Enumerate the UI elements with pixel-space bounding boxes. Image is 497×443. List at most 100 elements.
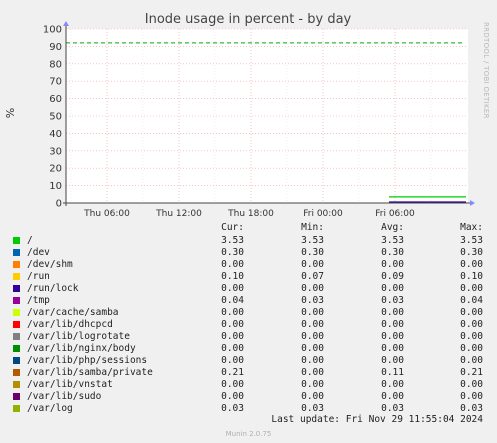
legend-name: /var/lib/dhcpcd xyxy=(27,319,113,330)
legend-avg: 0.00 xyxy=(381,343,404,354)
legend-avg: 0.00 xyxy=(381,391,404,402)
legend-cur: 0.00 xyxy=(221,379,244,390)
legend-cur: 0.00 xyxy=(221,355,244,366)
legend-avg: 0.03 xyxy=(381,403,404,414)
legend-max: 3.53 xyxy=(460,235,483,246)
legend-min: 0.00 xyxy=(301,391,324,402)
legend-min: 0.00 xyxy=(301,307,324,318)
y-tick-label: 20 xyxy=(49,164,62,175)
legend-max: 0.10 xyxy=(460,271,483,282)
legend-swatch xyxy=(13,297,20,304)
y-axis-arrow xyxy=(63,21,69,26)
legend-min: 0.00 xyxy=(301,259,324,270)
legend-name: /var/log xyxy=(27,403,73,414)
legend-swatch xyxy=(13,261,20,268)
y-tick-label: 0 xyxy=(56,199,62,210)
legend-swatch xyxy=(13,249,20,256)
legend-max: 0.21 xyxy=(460,367,483,378)
legend-swatch xyxy=(13,393,20,400)
legend-cur: 0.04 xyxy=(221,295,244,306)
chart: Inode usage in percent - by day % RRDTOO… xyxy=(4,12,490,219)
legend-max: 0.03 xyxy=(460,403,483,414)
header-avg: Avg: xyxy=(381,222,404,233)
y-tick-label: 70 xyxy=(49,77,62,88)
rrdtool-credit: RRDTOOL / TOBI OETIKER xyxy=(482,22,490,119)
legend-min: 0.03 xyxy=(301,295,324,306)
legend-name: / xyxy=(27,235,33,246)
legend-name: /var/cache/samba xyxy=(27,307,119,318)
legend-row: /var/lib/nginx/body 0.00 0.00 0.00 0.00 xyxy=(0,343,497,355)
y-tick-label: 40 xyxy=(49,129,62,140)
legend-avg: 0.00 xyxy=(381,331,404,342)
legend-row: /var/lib/samba/private 0.21 0.00 0.11 0.21 xyxy=(0,367,497,379)
legend-cur: 0.00 xyxy=(221,343,244,354)
legend-max: 0.00 xyxy=(460,379,483,390)
legend-swatch xyxy=(13,369,20,376)
legend-name: /dev xyxy=(27,247,50,258)
legend-max: 0.00 xyxy=(460,343,483,354)
legend-max: 0.04 xyxy=(460,295,483,306)
y-tick-label: 90 xyxy=(49,42,62,53)
header-max: Max: xyxy=(460,222,483,233)
legend-name: /var/lib/php/sessions xyxy=(27,355,148,366)
legend-cur: 0.00 xyxy=(221,331,244,342)
y-axis-label: % xyxy=(4,108,17,118)
legend-min: 0.07 xyxy=(301,271,324,282)
legend-cur: 0.30 xyxy=(221,247,244,258)
legend-max: 0.00 xyxy=(460,319,483,330)
y-tick-label: 80 xyxy=(49,59,62,70)
y-tick-label: 50 xyxy=(49,112,62,123)
legend-row: /dev/shm 0.00 0.00 0.00 0.00 xyxy=(0,259,497,271)
legend-swatch xyxy=(13,273,20,280)
legend-name: /run/lock xyxy=(27,283,79,294)
legend-max: 0.00 xyxy=(460,283,483,294)
legend-avg: 0.30 xyxy=(381,247,404,258)
legend-row: /dev 0.30 0.30 0.30 0.30 xyxy=(0,247,497,259)
x-tick-label: Fri 00:00 xyxy=(303,209,343,219)
y-tick-label: 30 xyxy=(49,146,62,157)
legend-min: 0.00 xyxy=(301,379,324,390)
legend: Cur: Min: Avg: Max: / 3.53 3.53 3.53 3.53/de… xyxy=(0,222,497,415)
legend-avg: 3.53 xyxy=(381,235,404,246)
legend-cur: 0.03 xyxy=(221,403,244,414)
legend-name: /var/lib/nginx/body xyxy=(27,343,136,354)
chart-title: Inode usage in percent - by day xyxy=(145,12,352,27)
header-cur: Cur: xyxy=(221,222,244,233)
legend-swatch xyxy=(13,285,20,292)
legend-cur: 3.53 xyxy=(221,235,244,246)
legend-swatch xyxy=(13,405,20,412)
legend-min: 0.00 xyxy=(301,355,324,366)
legend-max: 0.00 xyxy=(460,391,483,402)
legend-cur: 0.00 xyxy=(221,307,244,318)
legend-max: 0.00 xyxy=(460,259,483,270)
legend-row: /var/lib/vnstat 0.00 0.00 0.00 0.00 xyxy=(0,379,497,391)
legend-name: /tmp xyxy=(27,295,50,306)
legend-cur: 0.10 xyxy=(221,271,244,282)
y-tick-label: 100 xyxy=(43,25,62,36)
legend-row: /var/lib/logrotate 0.00 0.00 0.00 0.00 xyxy=(0,331,497,343)
x-axis-arrow xyxy=(470,200,475,206)
legend-cur: 0.00 xyxy=(221,319,244,330)
legend-avg: 0.00 xyxy=(381,307,404,318)
legend-cur: 0.00 xyxy=(221,391,244,402)
legend-row: /tmp 0.04 0.03 0.03 0.04 xyxy=(0,295,497,307)
legend-swatch xyxy=(13,321,20,328)
legend-row: /run/lock 0.00 0.00 0.00 0.00 xyxy=(0,283,497,295)
legend-cur: 0.00 xyxy=(221,259,244,270)
legend-swatch xyxy=(13,357,20,364)
x-tick-label: Thu 12:00 xyxy=(155,209,202,219)
legend-max: 0.00 xyxy=(460,307,483,318)
x-tick-label: Thu 06:00 xyxy=(83,209,130,219)
header-min: Min: xyxy=(301,222,324,233)
legend-cur: 0.21 xyxy=(221,367,244,378)
y-tick-label: 10 xyxy=(49,181,62,192)
legend-row: /var/lib/dhcpcd 0.00 0.00 0.00 0.00 xyxy=(0,319,497,331)
x-ticks: Thu 06:00 Thu 12:00 Thu 18:00 Fri 00:00 Fri … xyxy=(83,209,415,219)
legend-swatch xyxy=(13,381,20,388)
y-tick-label: 60 xyxy=(49,94,62,105)
legend-swatch xyxy=(13,345,20,352)
legend-avg: 0.09 xyxy=(381,271,404,282)
legend-avg: 0.00 xyxy=(381,259,404,270)
legend-min: 0.00 xyxy=(301,319,324,330)
legend-min: 3.53 xyxy=(301,235,324,246)
